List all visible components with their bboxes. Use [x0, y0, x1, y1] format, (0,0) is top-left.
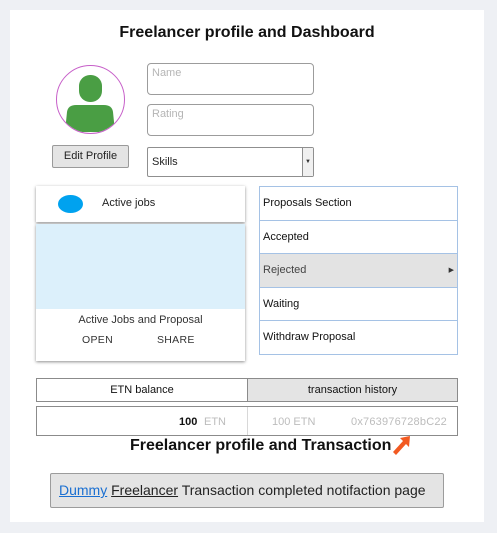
rating-field[interactable]: Rating [147, 104, 314, 136]
active-jobs-card: Active Jobs and Proposal OPEN SHARE [36, 224, 245, 361]
history-amount: 100 ETN [272, 416, 316, 428]
user-avatar-icon [65, 75, 115, 132]
tab-etn-balance[interactable]: ETN balance [37, 379, 247, 401]
menu-item-accepted[interactable]: Accepted [260, 221, 457, 255]
edit-profile-button[interactable]: Edit Profile [52, 145, 129, 168]
card-media [36, 224, 245, 309]
menu-item-label: Waiting [263, 297, 300, 310]
submenu-arrow-icon: ▶ [448, 267, 454, 275]
dummy-link[interactable]: Dummy [59, 482, 107, 498]
avatar [56, 65, 125, 134]
name-field[interactable]: Name [147, 63, 314, 95]
share-button[interactable]: SHARE [157, 334, 195, 346]
wallet-tabs: ETN balance transaction history [36, 378, 458, 402]
notification-message: Transaction completed notifaction page [181, 482, 426, 498]
menu-item-waiting[interactable]: Waiting [260, 288, 457, 322]
open-button[interactable]: OPEN [82, 334, 113, 346]
menu-item-label: Withdraw Proposal [263, 331, 356, 344]
tab-transaction-history[interactable]: transaction history [247, 379, 457, 401]
skills-select-value: Skills [152, 156, 178, 168]
dashboard-card: Freelancer profile and Dashboard Edit Pr… [10, 10, 484, 522]
menu-item-label: Rejected [263, 264, 307, 277]
page-title: Freelancer profile and Dashboard [119, 24, 375, 41]
menu-item-withdraw-proposal[interactable]: Withdraw Proposal [260, 321, 457, 355]
proposals-menu: Proposals Section Accepted Rejected ▶ Wa… [259, 186, 458, 355]
transaction-section-title: Freelancer profile and Transaction [130, 437, 392, 454]
menu-item-proposals-section[interactable]: Proposals Section [260, 187, 457, 221]
menu-item-label: Proposals Section [263, 197, 352, 209]
active-jobs-header[interactable]: Active jobs [36, 186, 245, 222]
wallet-values: 100 ETN 100 ETN 0x763976728bC22 [36, 406, 458, 436]
balance-unit: ETN [204, 416, 226, 428]
balance-value: 100 [179, 416, 198, 428]
active-jobs-dot-icon [58, 195, 83, 213]
active-jobs-label: Active jobs [102, 197, 156, 209]
divider [247, 407, 248, 435]
freelancer-name-link[interactable]: Freelancer [111, 482, 178, 498]
skills-select[interactable]: Skills ▼ [147, 147, 314, 177]
arrow-pointer-icon [393, 436, 410, 455]
notification-bar: Dummy Freelancer Transaction completed n… [50, 473, 444, 508]
history-address: 0x763976728bC22 [351, 416, 447, 428]
dropdown-arrow-icon[interactable]: ▼ [302, 148, 313, 176]
menu-item-label: Accepted [263, 230, 309, 243]
active-jobs-card-title: Active Jobs and Proposal [78, 314, 203, 326]
menu-item-rejected[interactable]: Rejected ▶ [260, 254, 457, 288]
